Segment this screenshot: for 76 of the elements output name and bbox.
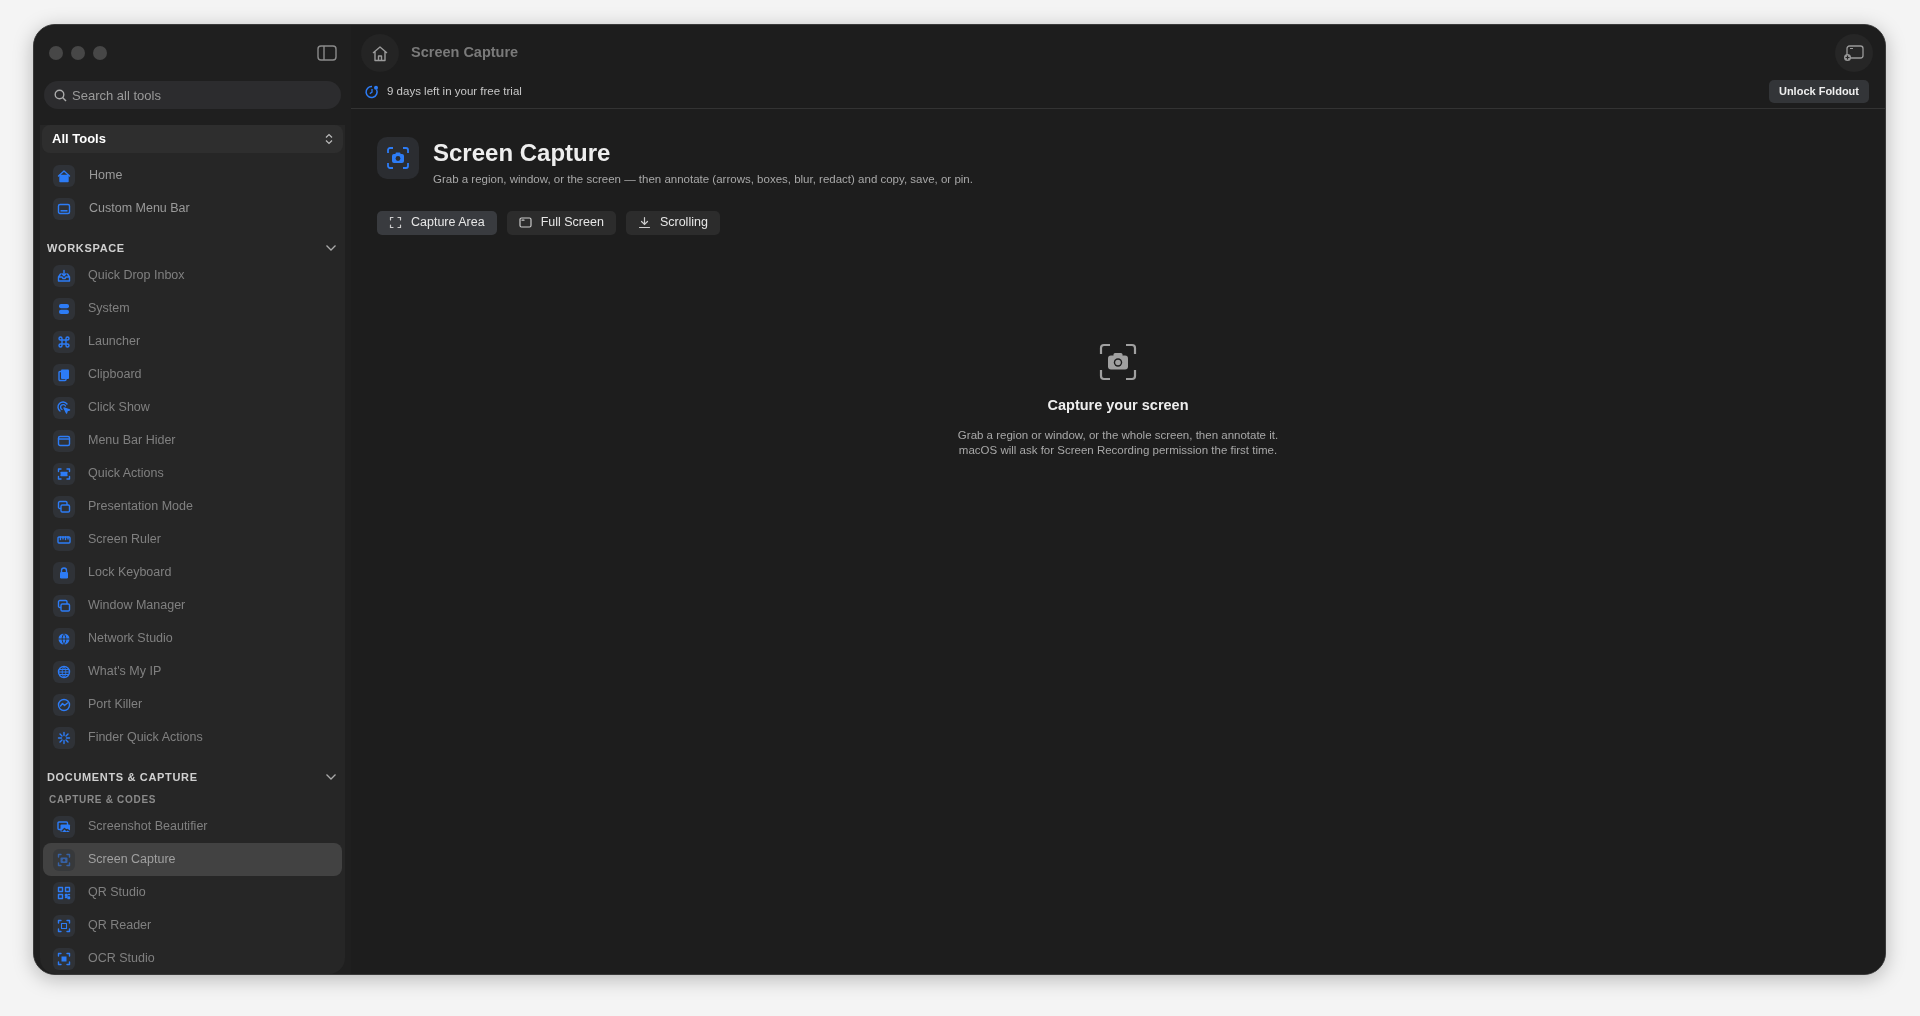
gauge-icon [53,693,75,716]
section-header: WORKSPACE [47,240,125,256]
ruler-icon [53,528,75,551]
scope-dropdown[interactable]: All Tools [42,125,343,153]
house-icon [53,164,75,187]
sparkle-icon [53,726,75,749]
sidebar-item[interactable]: QR Studio [43,876,342,909]
window-add-button[interactable] [1835,34,1873,72]
capture-mode-button[interactable]: Scrolling [625,210,720,235]
capture-mode-button[interactable]: Full Screen [506,210,616,235]
sidebar-item[interactable]: Menu Bar Hider [43,424,342,457]
empty-state-text: Grab a region or window, or the whole screen, then annotate it. [957,427,1279,443]
tool-description: Grab a region, window, or the screen — then annotate (arrows, boxes, blur, redact) and copy, save, or pin. [433,171,973,187]
stacked-windows-icon [53,495,75,518]
sidebar-item[interactable]: Click Show [43,391,342,424]
sidebar-item[interactable]: Port Killer [43,688,342,721]
zoom-window-dot[interactable] [93,46,107,60]
toggles-icon [53,297,75,320]
window-plus-icon [1843,44,1865,62]
search-icon [54,89,67,102]
command-key-icon [53,330,75,353]
sidebar-item[interactable]: OCR Studio [43,942,342,974]
sidebar-item[interactable]: Clipboard [43,358,342,391]
camera-frame-icon [377,137,419,179]
close-window-dot[interactable] [49,46,63,60]
sidebar-item[interactable]: Screen Capture [43,843,342,876]
window-icon [53,429,75,452]
tool-title: Screen Capture [433,139,612,167]
sidebar-item[interactable]: Screen Ruler [43,523,342,556]
qr-code-icon [53,881,75,904]
sidebar-item[interactable]: Home [43,159,342,192]
minimize-window-dot[interactable] [71,46,85,60]
house-icon [371,44,389,62]
search-field[interactable]: Search all tools [44,81,341,109]
sidebar-item[interactable]: Quick Drop Inbox [43,259,342,292]
sidebar-item[interactable]: Presentation Mode [43,490,342,523]
sidebar-toggle-icon[interactable] [317,45,337,61]
toolbar-title: Screen Capture [411,43,519,63]
sidebar-item[interactable]: Screenshot Beautifier [43,810,342,843]
empty-state-title: Capture your screen [1047,395,1189,415]
window-icon [518,216,532,230]
sidebar-item[interactable]: Quick Actions [43,457,342,490]
sidebar-item[interactable]: Lock Keyboard [43,556,342,589]
scan-frame-icon [53,462,75,485]
cursor-target-icon [53,396,75,419]
sidebar-item[interactable]: Launcher [43,325,342,358]
photo-icon [53,815,75,838]
sidebar-item[interactable]: Finder Quick Actions [43,721,342,754]
sidebar-item[interactable]: System [43,292,342,325]
trial-notice: 9 days left in your free trial [387,83,522,99]
home-button[interactable] [361,34,399,72]
camera-frame-icon [1099,342,1137,381]
sidebar-item[interactable]: Custom Menu Bar [43,192,342,225]
globe-icon [53,660,75,683]
camera-frame-icon [53,848,75,871]
capture-mode-button[interactable]: Capture Area [377,210,497,235]
scan-frame-icon [53,914,75,937]
document-icon [53,363,75,386]
group-header: CAPTURE & CODES [49,792,157,807]
clock-icon [365,84,379,99]
globe-icon [53,627,75,650]
sidebar-item[interactable]: Network Studio [43,622,342,655]
tray-icon [53,264,75,287]
sidebar-item[interactable]: Window Manager [43,589,342,622]
unlock-button[interactable]: Unlock Foldout [1768,80,1869,103]
section-header: DOCUMENTS & CAPTURE [47,769,198,785]
selection-corners-icon [389,216,402,230]
sidebar-item[interactable]: What's My IP [43,655,342,688]
sidebar-item[interactable]: QR Reader [43,909,342,942]
lock-icon [53,561,75,584]
empty-state-text: macOS will ask for Screen Recording permission the first time. [957,442,1279,458]
window-icon [53,197,75,220]
up-down-chevron-icon [325,133,333,145]
scan-frame-icon [53,947,75,970]
stacked-windows-icon [53,594,75,617]
download-arrow-icon [637,216,651,230]
